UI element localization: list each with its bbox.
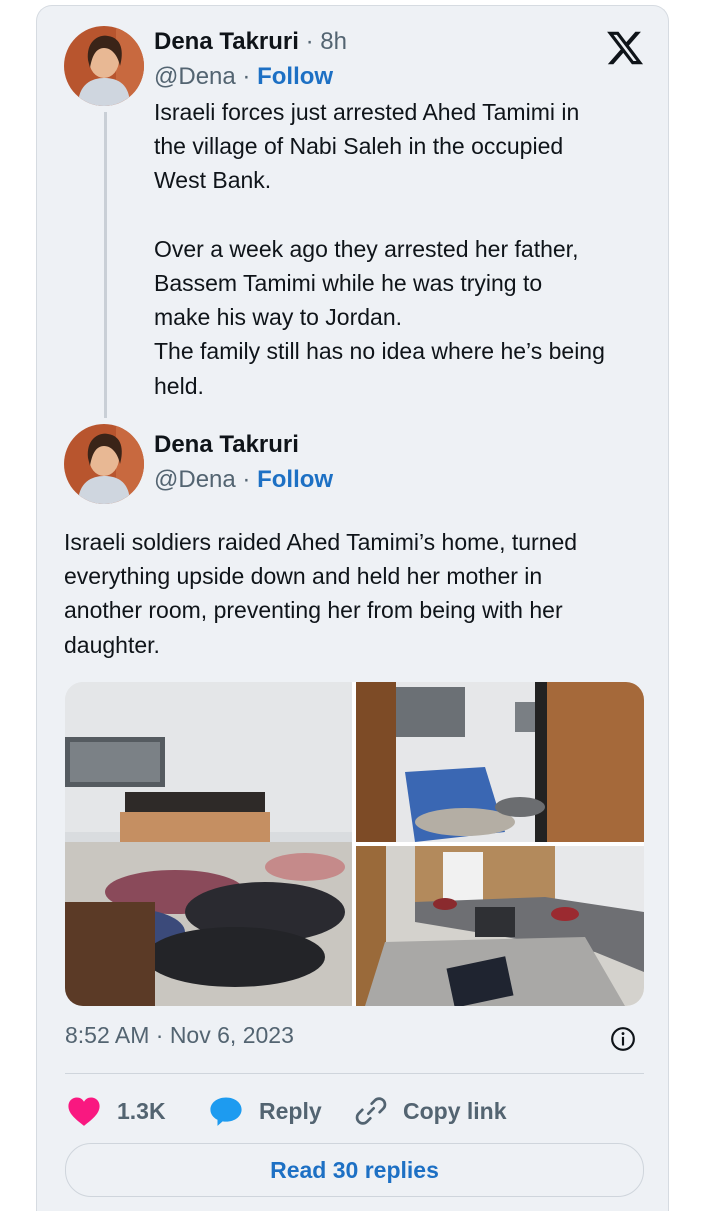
tweet-text: Israeli forces just arrested Ahed Tamimi… <box>154 99 605 399</box>
copy-link-button[interactable]: Copy link <box>355 1091 507 1131</box>
tweet-card: Dena Takruri · 8h @Dena · Follow Israeli… <box>36 5 669 1211</box>
post-age[interactable]: · 8h <box>306 28 347 55</box>
media-grid <box>65 682 644 1006</box>
link-icon <box>355 1097 387 1125</box>
like-button[interactable]: 1.3K <box>67 1091 166 1131</box>
separator-dot: · <box>242 63 251 90</box>
media-photos <box>65 682 644 1006</box>
author-name[interactable]: Dena Takruri <box>154 28 299 55</box>
avatar-photo <box>64 424 144 504</box>
thread-connector <box>104 112 107 418</box>
author-avatar[interactable] <box>64 424 144 504</box>
reply-label: Reply <box>259 1097 322 1124</box>
author-name[interactable]: Dena Takruri <box>154 431 299 459</box>
author-name-row: Dena Takruri · 8h <box>154 28 347 56</box>
photo-living-room[interactable] <box>356 846 644 1006</box>
author-handle[interactable]: @Dena <box>154 63 236 90</box>
author-handle[interactable]: @Dena <box>154 466 236 493</box>
post-timestamp[interactable]: 8:52 AM · Nov 6, 2023 <box>65 1022 294 1049</box>
divider <box>65 1073 644 1074</box>
photo-bedroom[interactable] <box>65 682 352 1006</box>
author-handle-row: @Dena · Follow <box>154 63 333 91</box>
heart-icon <box>68 1097 100 1126</box>
avatar-photo <box>64 26 144 106</box>
photo-bedroom-door[interactable] <box>356 682 644 842</box>
like-count: 1.3K <box>117 1097 166 1124</box>
read-replies-button[interactable]: Read 30 replies <box>65 1143 644 1197</box>
reply-button[interactable]: Reply <box>209 1091 322 1131</box>
info-icon[interactable] <box>610 1026 636 1052</box>
author-handle-row: @Dena · Follow <box>154 466 333 494</box>
separator-dot: · <box>242 466 251 493</box>
follow-button[interactable]: Follow <box>257 63 333 90</box>
speech-bubble-icon <box>210 1097 242 1126</box>
x-logo-icon[interactable] <box>603 28 647 68</box>
follow-button[interactable]: Follow <box>257 466 333 493</box>
author-avatar[interactable] <box>64 26 144 106</box>
tweet-text: Israeli soldiers raided Ahed Tamimi’s ho… <box>64 529 578 658</box>
copy-link-label: Copy link <box>403 1097 507 1124</box>
